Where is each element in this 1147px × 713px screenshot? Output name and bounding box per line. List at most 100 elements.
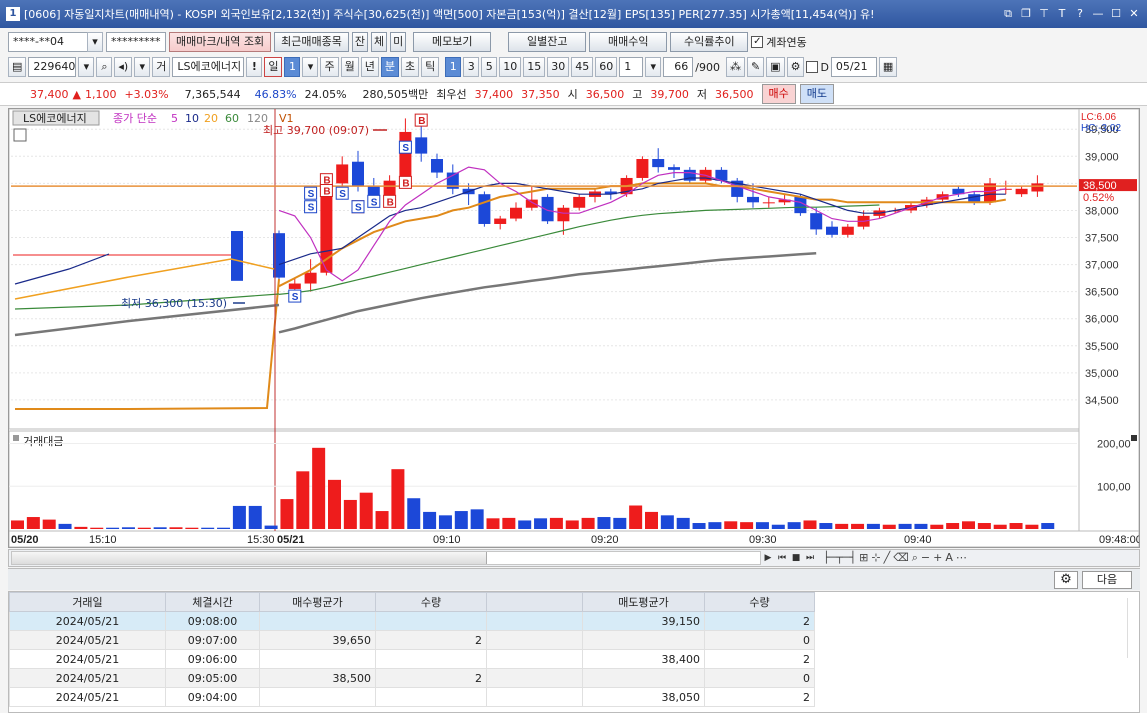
link-account-checkbox[interactable]: ✓ (751, 36, 764, 48)
col-sell-avg[interactable]: 매도평균가 (582, 592, 705, 612)
pin-icon[interactable]: ⊤ (1037, 7, 1051, 21)
horizontal-scrollbar[interactable]: ▶ ⏮ ■ ⏭ ├─┬─┤ ⊞ ⊹ ╱ ⌫ ⌕ − + A ⋯ (8, 549, 1140, 567)
tab-day[interactable]: 일 (264, 57, 283, 77)
sell-mark-label: S (355, 203, 362, 214)
date-input[interactable]: 05/21 (830, 57, 877, 77)
draw-tool-icon[interactable]: ✎ (746, 57, 765, 77)
table-row[interactable]: 2024/05/21 09:07:00 39,650 2 0 (9, 630, 815, 650)
stock-code-input[interactable]: 229640 (28, 57, 77, 77)
password-input[interactable]: ********* (106, 32, 166, 52)
minute-45[interactable]: 45 (571, 57, 594, 77)
layout-icon[interactable]: ⊞ (859, 551, 868, 565)
return-trend-button[interactable]: 수익률추이 (670, 32, 749, 52)
more-icon[interactable]: ⋯ (956, 551, 967, 565)
text-tool-icon[interactable]: A (945, 551, 953, 565)
time-tick-label: 15:10 (89, 534, 117, 546)
scroll-right-icon[interactable]: ▶ (761, 551, 775, 565)
sound-dropdown-icon[interactable]: ▾ (134, 57, 151, 77)
scroll-thumb[interactable] (12, 552, 487, 564)
daily-balance-button[interactable]: 일별잔고 (508, 32, 587, 52)
minute-15[interactable]: 15 (523, 57, 546, 77)
zoom-in-icon[interactable]: + (933, 551, 942, 565)
restore-icon[interactable]: ❐ (1019, 7, 1033, 21)
eraser-icon[interactable]: ⌫ (893, 551, 909, 565)
settings-icon[interactable]: ⚙ (786, 57, 805, 77)
table-cell (582, 630, 705, 650)
interval-input[interactable]: 1 (619, 57, 644, 77)
indicator-icon[interactable]: ⁂ (725, 57, 745, 77)
account-toolbar: ****-**04 ▾ ********* 매매마크/내역 조회 최근매매종목 … (0, 30, 1147, 54)
exchange-icon[interactable]: 거 (152, 57, 171, 77)
minute-1[interactable]: 1 (445, 57, 462, 77)
period-dropdown-icon[interactable]: ▾ (302, 57, 319, 77)
table-row[interactable]: 2024/05/21 09:08:00 39,150 2 (9, 611, 815, 631)
tab-week[interactable]: 주 (320, 57, 339, 77)
chart-type-icon[interactable]: ▤ (8, 57, 27, 77)
col-buy-qty[interactable]: 수량 (375, 592, 487, 612)
tab-month[interactable]: 월 (340, 57, 359, 77)
alert-icon[interactable]: ! (246, 57, 263, 77)
scroll-track[interactable] (11, 551, 761, 565)
buy-button[interactable]: 매수 (761, 84, 796, 104)
table-cell: 09:07:00 (165, 630, 260, 650)
candle-body (510, 207, 522, 219)
line-tool-icon[interactable]: ╱ (884, 551, 891, 565)
candle-chart[interactable]: 39,50039,00038,50038,00037,50037,00036,5… (9, 109, 1139, 547)
execution-button[interactable]: 체 (371, 32, 388, 52)
interval-dropdown-icon[interactable]: ▾ (645, 57, 662, 77)
minute-3[interactable]: 3 (463, 57, 480, 77)
table-row[interactable]: 2024/05/21 09:04:00 38,050 2 (9, 687, 815, 707)
maximize-icon[interactable]: ☐ (1109, 7, 1123, 21)
search-icon[interactable]: ⌕ (96, 57, 113, 77)
sell-button[interactable]: 매도 (799, 84, 835, 104)
account-select[interactable]: ****-**04 (8, 32, 88, 52)
count-input[interactable]: 66 (663, 57, 694, 77)
table-row[interactable]: 2024/05/21 09:05:00 38,500 2 0 (9, 668, 815, 688)
minute-10[interactable]: 10 (499, 57, 522, 77)
date-checkbox[interactable] (806, 61, 819, 73)
link-icon[interactable]: ⧉ (1001, 7, 1015, 21)
jump-end-icon[interactable]: ⏭ (803, 551, 817, 565)
help-icon[interactable]: ? (1073, 7, 1087, 21)
next-button[interactable]: 다음 (1082, 571, 1132, 589)
tab-second[interactable]: 초 (400, 57, 420, 77)
table-cell (486, 687, 583, 707)
period-value[interactable]: 1 (284, 57, 301, 77)
code-dropdown-icon[interactable]: ▾ (78, 57, 95, 77)
recent-trades-button[interactable]: 최근매매종목 (274, 32, 349, 52)
calendar-icon[interactable]: ▦ (878, 57, 898, 77)
col-exec-time[interactable]: 체결시간 (165, 592, 260, 612)
balance-button[interactable]: 잔 (351, 32, 369, 52)
mark-query-button[interactable]: 매매마크/내역 조회 (169, 32, 272, 52)
zoom-icon[interactable]: ⌕ (912, 551, 918, 565)
minute-60[interactable]: 60 (595, 57, 618, 77)
col-trade-date[interactable]: 거래일 (9, 592, 166, 612)
tab-tick[interactable]: 틱 (421, 57, 440, 77)
col-sell-qty[interactable]: 수량 (704, 592, 815, 612)
tab-minute[interactable]: 분 (380, 57, 399, 77)
unfilled-button[interactable]: 미 (390, 32, 407, 52)
sound-icon[interactable]: ◂) (114, 57, 133, 77)
memo-button[interactable]: 메모보기 (413, 32, 492, 52)
account-dropdown-icon[interactable]: ▾ (87, 32, 103, 52)
zoom-slider-icon[interactable]: ├─┬─┤ (823, 551, 856, 565)
tab-year[interactable]: 년 (360, 57, 379, 77)
cursor-icon[interactable]: ⊹ (871, 551, 880, 565)
chart-area[interactable]: 39,50039,00038,50038,00037,50037,00036,5… (8, 108, 1140, 548)
save-icon[interactable]: ▣ (766, 57, 785, 77)
table-scrollbar[interactable] (1127, 598, 1137, 658)
minute-30[interactable]: 30 (547, 57, 570, 77)
font-icon[interactable]: T (1055, 7, 1069, 21)
minute-5[interactable]: 5 (481, 57, 498, 77)
table-row[interactable]: 2024/05/21 09:06:00 38,400 2 (9, 649, 815, 669)
table-cell: 38,050 (582, 687, 705, 707)
close-icon[interactable]: ✕ (1127, 7, 1141, 21)
stop-icon[interactable]: ■ (789, 551, 803, 565)
gear-icon[interactable]: ⚙ (1054, 571, 1078, 589)
low-label: 저 (696, 88, 708, 101)
trade-profit-button[interactable]: 매매수익 (589, 32, 668, 52)
zoom-out-icon[interactable]: − (921, 551, 930, 565)
minimize-icon[interactable]: — (1091, 7, 1105, 21)
jump-start-icon[interactable]: ⏮ (775, 551, 789, 565)
col-buy-avg[interactable]: 매수평균가 (259, 592, 376, 612)
